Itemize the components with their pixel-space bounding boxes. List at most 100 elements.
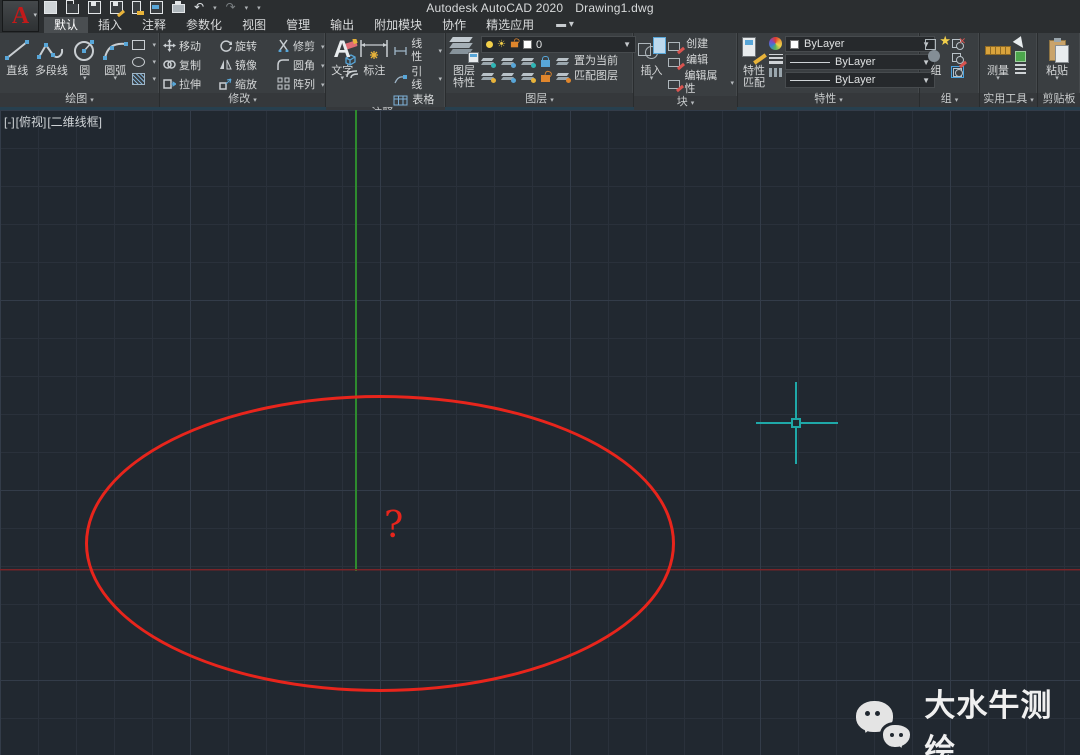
scale-icon xyxy=(219,77,232,90)
layer-select-dropdown[interactable]: ☀ 0 ▼ xyxy=(481,36,636,53)
copy-icon xyxy=(163,58,176,71)
panel-label-utilities[interactable]: 实用工具 xyxy=(980,93,1037,107)
tab-output[interactable]: 输出 xyxy=(320,17,364,33)
layer-off-icon[interactable] xyxy=(481,57,495,67)
rotate-button[interactable]: 旋转 xyxy=(219,38,277,54)
quick-select-icon[interactable] xyxy=(1015,51,1026,62)
ellipse-button[interactable] xyxy=(132,55,156,69)
panel-draw: 直线 多段线 圆 圆弧 xyxy=(0,33,160,107)
hatch-button[interactable] xyxy=(132,72,156,86)
layer-on-all-icon[interactable] xyxy=(481,72,495,82)
layer-unisolate-icon[interactable] xyxy=(501,72,515,82)
table-button[interactable]: 表格 xyxy=(393,94,442,107)
panel-label-layers[interactable]: 图层 xyxy=(446,93,633,107)
edit-block-button[interactable]: 编辑 xyxy=(668,54,734,67)
lineweight-icon[interactable] xyxy=(769,54,783,64)
group-edit-icon[interactable] xyxy=(951,52,964,64)
layer-unlock-all-icon[interactable] xyxy=(541,75,550,82)
viewport-visual-style-control[interactable]: [二维线框] xyxy=(47,115,102,129)
rectangle-button[interactable] xyxy=(132,38,156,52)
app-title: Autodesk AutoCAD 2020 xyxy=(426,1,563,15)
edit-attributes-button[interactable]: 编辑属性 xyxy=(668,70,734,96)
tab-manage[interactable]: 管理 xyxy=(276,17,320,33)
quick-calc-icon[interactable] xyxy=(1015,64,1026,76)
panel-clipboard: 粘贴 剪贴板 xyxy=(1038,33,1080,107)
line-button[interactable]: 直线 xyxy=(3,35,32,93)
linetype-dropdown[interactable]: ByLayer ▼ xyxy=(785,72,935,88)
panel-groups: ★ 组 ✕ 组 xyxy=(920,33,980,107)
layer-thaw-all-icon[interactable] xyxy=(521,72,535,82)
panel-label-clipboard[interactable]: 剪贴板 xyxy=(1038,93,1080,107)
mirror-button[interactable]: 镜像 xyxy=(219,57,277,73)
tab-insert[interactable]: 插入 xyxy=(88,17,132,33)
wechat-icon xyxy=(856,701,912,749)
layer-lock-icon[interactable] xyxy=(541,60,550,67)
text-button[interactable]: A 文字 xyxy=(329,35,355,107)
viewport-view-control[interactable]: [俯视] xyxy=(16,115,47,129)
layer-properties-button[interactable]: 图层特性 xyxy=(449,35,479,93)
panel-label-draw[interactable]: 绘图 xyxy=(0,93,159,107)
set-current-layer-button[interactable]: 置为当前 xyxy=(556,55,618,68)
group-selection-toggle-icon[interactable] xyxy=(951,66,964,78)
layer-dropdown-arrow-icon: ▼ xyxy=(623,40,631,49)
leader-dropdown-icon xyxy=(435,72,442,86)
create-block-icon xyxy=(668,40,682,50)
tab-addins[interactable]: 附加模块 xyxy=(364,17,432,33)
circle-dropdown-icon[interactable] xyxy=(83,77,87,81)
color-wheel-icon[interactable] xyxy=(769,37,782,50)
text-dropdown-icon[interactable] xyxy=(340,77,344,81)
ellipse-dropdown-icon xyxy=(149,55,156,69)
stretch-button[interactable]: 拉伸 xyxy=(163,76,219,92)
panel-label-groups[interactable]: 组 xyxy=(920,93,979,107)
ungroup-icon[interactable]: ✕ xyxy=(951,38,964,50)
match-properties-button[interactable]: 特性匹配 xyxy=(741,35,767,93)
move-button[interactable]: 移动 xyxy=(163,38,219,54)
watermark: 大水牛测绘 xyxy=(856,680,1080,755)
drawing-canvas[interactable]: [-][俯视][二维线框] ? 大水牛测绘 xyxy=(0,110,1080,755)
lineweight-sample xyxy=(790,62,830,63)
select-cursor-icon[interactable] xyxy=(1013,36,1028,51)
insert-block-button[interactable]: 插入 xyxy=(637,35,666,96)
red-ellipse-entity[interactable] xyxy=(85,395,675,692)
insert-dropdown-icon[interactable] xyxy=(650,77,654,81)
copy-button[interactable]: 复制 xyxy=(163,57,219,73)
object-color-dropdown[interactable]: ByLayer ▼ xyxy=(785,36,935,52)
dimension-button[interactable]: 标注 xyxy=(357,35,391,107)
tab-annotate[interactable]: 注释 xyxy=(132,17,176,33)
paste-button[interactable]: 粘贴 xyxy=(1041,35,1073,93)
arc-dropdown-icon[interactable] xyxy=(114,77,118,81)
lineweight-dropdown[interactable]: ByLayer ▼ xyxy=(785,54,935,70)
linear-dimension-button[interactable]: 线性 xyxy=(393,38,442,64)
leader-button[interactable]: 引线 xyxy=(393,66,442,92)
panel-label-modify[interactable]: 修改 xyxy=(160,93,325,107)
measure-dropdown-icon[interactable] xyxy=(996,77,1000,81)
tab-home[interactable]: 默认 xyxy=(44,17,88,33)
create-block-button[interactable]: 创建 xyxy=(668,38,734,51)
tab-parametric[interactable]: 参数化 xyxy=(176,17,232,33)
polyline-button[interactable]: 多段线 xyxy=(34,35,70,93)
dimension-icon xyxy=(358,35,390,65)
panel-label-properties[interactable]: 特性 xyxy=(738,93,919,107)
object-color-swatch xyxy=(790,40,799,49)
fillet-icon xyxy=(277,58,290,71)
linetype-icon[interactable] xyxy=(769,68,783,77)
layer-thaw-icon: ☀ xyxy=(497,40,506,50)
group-button[interactable]: ★ 组 xyxy=(923,35,949,93)
rotate-icon xyxy=(219,39,232,52)
measure-button[interactable]: 测量 xyxy=(983,35,1013,93)
panel-label-block[interactable]: 块 xyxy=(634,96,737,110)
viewport-minimize-control[interactable]: [-] xyxy=(4,115,15,129)
match-layer-button[interactable]: 匹配图层 xyxy=(556,70,618,83)
tab-collaborate[interactable]: 协作 xyxy=(432,17,476,33)
ribbon-display-toggle-icon[interactable]: ▬ ▾ xyxy=(556,17,574,33)
tab-featured-apps[interactable]: 精选应用 xyxy=(476,17,544,33)
layer-freeze-icon[interactable] xyxy=(521,57,535,67)
circle-button[interactable]: 圆 xyxy=(71,35,98,93)
app-logo-button[interactable]: A▾ xyxy=(2,0,39,32)
scale-button[interactable]: 缩放 xyxy=(219,76,277,92)
layer-isolate-icon[interactable] xyxy=(501,57,515,67)
line-icon xyxy=(3,35,31,65)
tab-view[interactable]: 视图 xyxy=(232,17,276,33)
paste-dropdown-icon[interactable] xyxy=(1055,77,1059,81)
arc-button[interactable]: 圆弧 xyxy=(100,35,130,93)
